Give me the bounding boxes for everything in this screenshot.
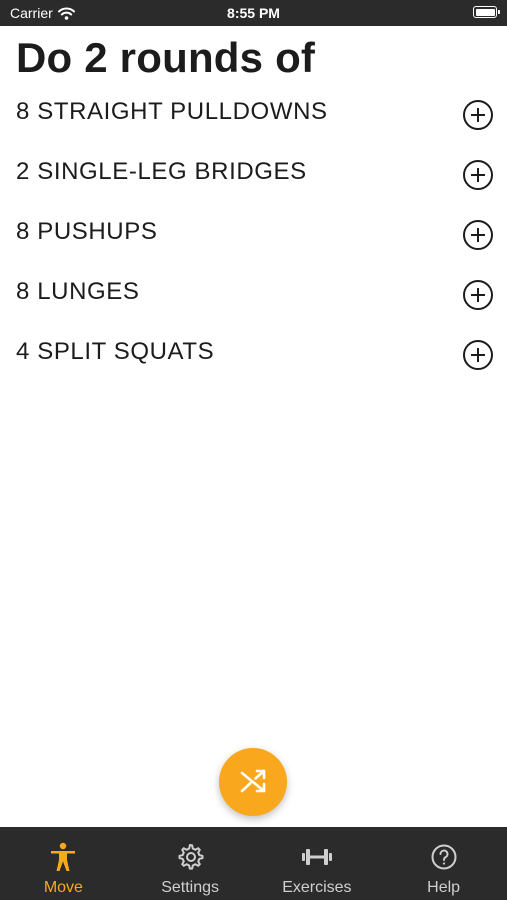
tab-label: Settings (161, 879, 220, 896)
question-icon (428, 841, 460, 873)
app-screen: Carrier 8:55 PM Do 2 rounds of 8 STRAIGH… (0, 0, 507, 900)
add-exercise-button[interactable] (463, 340, 493, 370)
tab-help[interactable]: Help (380, 827, 507, 900)
add-exercise-button[interactable] (463, 100, 493, 130)
tab-bar: Move Settings Exercises Help (0, 827, 507, 900)
battery-icon (473, 6, 500, 18)
exercise-row: 8 LUNGES (0, 264, 507, 324)
dumbbell-icon (301, 841, 333, 873)
exercise-label: 8 STRAIGHT PULLDOWNS (16, 98, 328, 125)
add-exercise-button[interactable] (463, 280, 493, 310)
status-time: 8:55 PM (227, 5, 280, 21)
add-exercise-button[interactable] (463, 220, 493, 250)
exercise-list: 8 STRAIGHT PULLDOWNS 2 SINGLE-LEG BRIDGE… (0, 84, 507, 384)
page-title: Do 2 rounds of (16, 34, 316, 81)
add-exercise-button[interactable] (463, 160, 493, 190)
tab-move[interactable]: Move (0, 827, 127, 900)
exercise-label: 4 SPLIT SQUATS (16, 338, 215, 365)
person-icon (47, 841, 79, 873)
exercise-label: 2 SINGLE-LEG BRIDGES (16, 158, 307, 185)
tab-label: Exercises (282, 879, 352, 896)
exercise-row: 2 SINGLE-LEG BRIDGES (0, 144, 507, 204)
gear-icon (174, 841, 206, 873)
exercise-row: 8 STRAIGHT PULLDOWNS (0, 84, 507, 144)
tab-exercises[interactable]: Exercises (254, 827, 381, 900)
exercise-row: 4 SPLIT SQUATS (0, 324, 507, 384)
tab-label: Move (43, 879, 83, 896)
exercise-row: 8 PUSHUPS (0, 204, 507, 264)
exercise-label: 8 PUSHUPS (16, 218, 158, 245)
exercise-label: 8 LUNGES (16, 278, 140, 305)
status-bar: Carrier 8:55 PM (0, 0, 507, 26)
tab-settings[interactable]: Settings (127, 827, 254, 900)
shuffle-icon (240, 769, 266, 793)
tab-label: Help (427, 879, 461, 896)
shuffle-button[interactable] (219, 748, 287, 816)
